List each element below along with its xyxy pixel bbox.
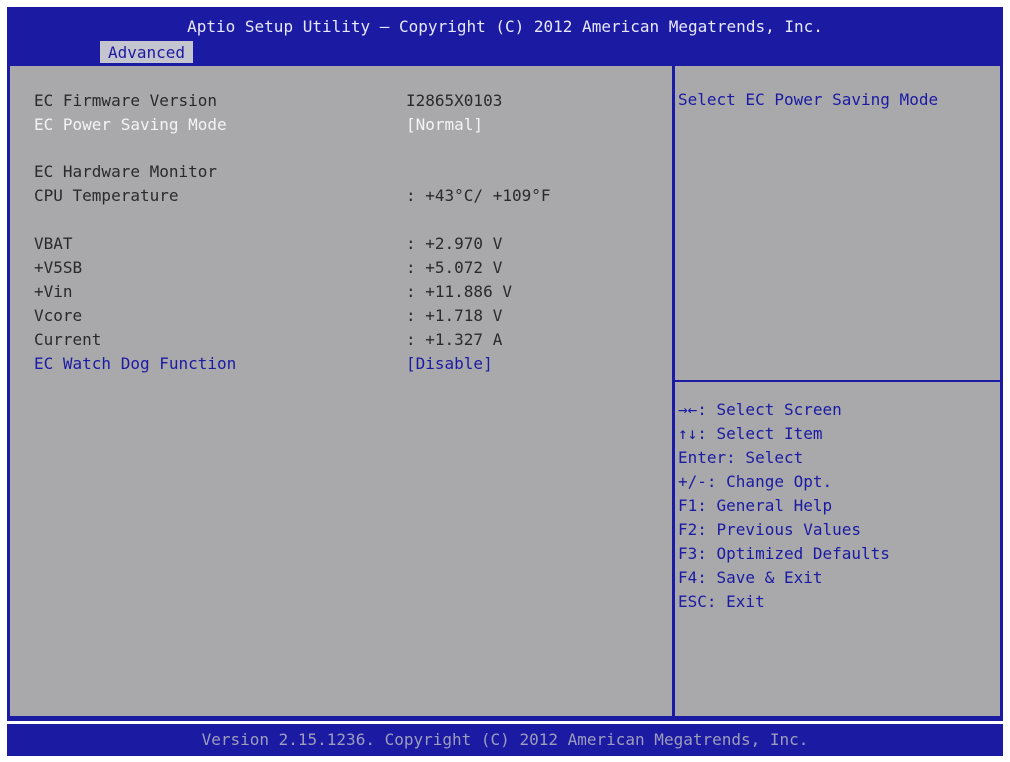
vbat-label: VBAT — [34, 234, 73, 253]
vin-label: +Vin — [34, 282, 73, 301]
vin-value: : +11.886 V — [406, 282, 512, 301]
setup-body: EC Firmware Version I2865X0103 EC Power … — [7, 63, 1003, 721]
app-title: Aptio Setup Utility – Copyright (C) 2012… — [187, 17, 823, 36]
vcore-label: Vcore — [34, 306, 83, 325]
key-esc-exit: ESC: Exit — [678, 592, 765, 611]
key-previous-values: F2: Previous Values — [678, 520, 862, 539]
title-bar: Aptio Setup Utility – Copyright (C) 2012… — [7, 7, 1003, 65]
settings-panel: EC Firmware Version I2865X0103 EC Power … — [10, 66, 672, 716]
ec-firmware-version-value: I2865X0103 — [406, 91, 503, 110]
ec-firmware-version-label: EC Firmware Version — [34, 91, 218, 110]
v5sb-value: : +5.072 V — [406, 258, 503, 277]
help-panel: Select EC Power Saving Mode →←: Select S… — [675, 66, 1000, 716]
current-label: Current — [34, 330, 102, 349]
cpu-temperature-value: : +43°C/ +109°F — [406, 186, 551, 205]
version-footer: Version 2.15.1236. Copyright (C) 2012 Am… — [7, 724, 1003, 756]
cpu-temperature-label: CPU Temperature — [34, 186, 179, 205]
help-divider — [675, 380, 1000, 382]
ec-watch-dog-function-item[interactable]: EC Watch Dog Function — [34, 353, 236, 375]
item-help-text: Select EC Power Saving Mode — [678, 90, 939, 109]
key-change-option: +/-: Change Opt. — [678, 472, 833, 491]
key-save-exit: F4: Save & Exit — [678, 568, 823, 587]
key-optimized-defaults: F3: Optimized Defaults — [678, 544, 890, 563]
key-select-screen: →←: Select Screen — [678, 400, 842, 419]
ec-power-saving-mode-value[interactable]: [Normal] — [406, 114, 483, 136]
vcore-value: : +1.718 V — [406, 306, 503, 325]
tab-advanced[interactable]: Advanced — [100, 41, 194, 65]
key-general-help: F1: General Help — [678, 496, 833, 515]
ec-hardware-monitor-heading: EC Hardware Monitor — [34, 162, 218, 181]
key-legend: →←: Select Screen ↑↓: Select Item Enter:… — [678, 398, 890, 614]
ec-power-saving-mode-item[interactable]: EC Power Saving Mode — [34, 114, 227, 136]
vbat-value: : +2.970 V — [406, 234, 503, 253]
key-enter-select: Enter: Select — [678, 448, 804, 467]
current-value: : +1.327 A — [406, 330, 503, 349]
ec-watch-dog-function-value[interactable]: [Disable] — [406, 353, 493, 375]
key-select-item: ↑↓: Select Item — [678, 424, 823, 443]
v5sb-label: +V5SB — [34, 258, 83, 277]
